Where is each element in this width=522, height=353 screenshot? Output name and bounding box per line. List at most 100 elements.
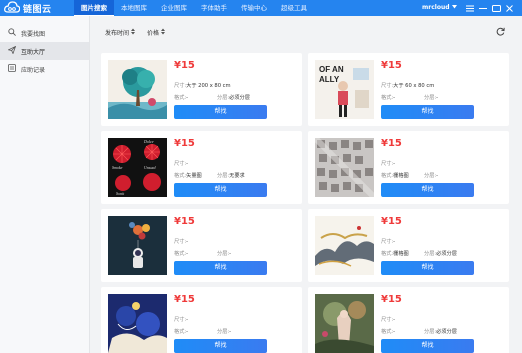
format-value: -: [186, 329, 188, 335]
request-card: ¥15 尺寸:- 格式:栅格图 分层:- 帮找: [308, 131, 509, 204]
thumbnail-poster[interactable]: OF AN ALLY: [315, 60, 374, 119]
nav-tab-local-gallery[interactable]: 本地图库: [114, 0, 154, 16]
size-value: 大于 200 x 80 cm: [186, 83, 231, 89]
card-size-row: 尺寸:-: [381, 316, 395, 323]
username: mrcloud: [422, 4, 450, 11]
layer-value: -: [229, 329, 231, 335]
sort-price-label: 价格: [147, 30, 160, 37]
thumbnail-tree[interactable]: [108, 60, 167, 119]
send-icon: [7, 45, 17, 56]
layer-label: 分层:: [217, 173, 230, 179]
main-content: 发布时间 价格 ¥15 尺寸:大于 200 x 80 cm 格式:- 分层:必须分…: [91, 16, 522, 353]
card-size-row: 尺寸:-: [381, 160, 395, 167]
thumbnail-astronaut[interactable]: [108, 216, 167, 275]
minimize-icon[interactable]: [479, 5, 487, 12]
refresh-icon[interactable]: [496, 27, 505, 38]
size-value: -: [393, 239, 395, 245]
format-label: 格式:: [174, 95, 187, 101]
help-find-button[interactable]: 帮找: [381, 261, 474, 275]
card-price: ¥15: [381, 216, 402, 227]
card-size-row: 尺寸:-: [174, 160, 188, 167]
format-label: 格式:: [381, 251, 394, 257]
svg-text:OF AN: OF AN: [319, 65, 344, 74]
help-find-button[interactable]: 帮找: [174, 339, 267, 353]
sidebar-item-find-image[interactable]: 我要找图: [0, 24, 89, 42]
help-find-button[interactable]: 帮找: [174, 183, 267, 197]
card-format-row: 格式:- 分层:-: [381, 94, 438, 101]
request-card: OF AN ALLY ¥15 尺寸:大于 60 x 80 cm 格式:- 分层:- …: [308, 53, 509, 126]
format-label: 格式:: [381, 329, 394, 335]
window-controls: [466, 0, 513, 16]
sidebar-item-help-records[interactable]: 应助记录: [0, 60, 89, 78]
help-find-button[interactable]: 帮找: [174, 261, 267, 275]
sidebar-item-label: 我要找图: [21, 30, 46, 38]
sort-by-price[interactable]: 价格: [147, 28, 166, 37]
thumbnail-ink[interactable]: [315, 216, 374, 275]
close-icon[interactable]: [506, 4, 513, 12]
layer-value: -: [436, 173, 438, 179]
card-price: ¥15: [174, 294, 195, 305]
layer-value: 必须分层: [436, 251, 457, 257]
layer-value: 必须分层: [436, 329, 457, 335]
layer-label: 分层:: [217, 329, 230, 335]
layer-label: 分层:: [424, 173, 437, 179]
nav-tab-image-search[interactable]: 图片搜索: [74, 0, 114, 16]
size-label: 尺寸:: [381, 161, 394, 167]
format-value: -: [186, 95, 188, 101]
maximize-icon[interactable]: [492, 4, 501, 12]
help-find-button[interactable]: 帮找: [174, 105, 267, 119]
format-label: 格式:: [174, 251, 187, 257]
request-card: Dolce Smoke Unsual Sonit ¥15 尺寸:- 格式:矢量图 分层:…: [101, 131, 302, 204]
size-value: -: [186, 317, 188, 323]
svg-text:Dolce: Dolce: [143, 139, 154, 144]
size-value: 大于 60 x 80 cm: [393, 83, 435, 89]
sidebar-item-help-hall[interactable]: 互助大厅: [0, 42, 89, 60]
help-find-button[interactable]: 帮找: [381, 105, 474, 119]
thumbnail-flowers[interactable]: Dolce Smoke Unsual Sonit: [108, 138, 167, 197]
thumbnail-blue[interactable]: [108, 294, 167, 353]
cloud-logo-icon: [4, 1, 21, 15]
svg-text:Sonit: Sonit: [116, 191, 125, 196]
nav-tab-font-assistant[interactable]: 字体助手: [194, 0, 234, 16]
sort-by-time[interactable]: 发布时间: [105, 28, 136, 37]
sort-icon: [161, 28, 166, 37]
help-find-button[interactable]: 帮找: [381, 183, 474, 197]
format-value: 栅格图: [393, 251, 409, 257]
sidebar-item-label: 应助记录: [21, 66, 46, 74]
request-card: ¥15 尺寸:大于 200 x 80 cm 格式:- 分层:必须分层 帮找: [101, 53, 302, 126]
size-label: 尺寸:: [174, 161, 187, 167]
app-logo: 链图云: [4, 1, 52, 15]
size-label: 尺寸:: [174, 317, 187, 323]
size-label: 尺寸:: [174, 83, 187, 89]
format-value: 矢量图: [186, 173, 202, 179]
nav-tab-enterprise-gallery[interactable]: 企业图库: [154, 0, 194, 16]
nav-tab-transfer-center[interactable]: 传输中心: [234, 0, 274, 16]
request-card: ¥15 尺寸:- 格式:栅格图 分层:必须分层 帮找: [308, 209, 509, 282]
nav-tab-super-tools[interactable]: 超级工具: [274, 0, 314, 16]
filter-bar: 发布时间 价格: [105, 28, 166, 37]
main-nav: 图片搜索 本地图库 企业图库 字体助手 传输中心 超级工具: [74, 0, 314, 16]
card-format-row: 格式:- 分层:-: [174, 328, 231, 335]
menu-icon[interactable]: [466, 5, 474, 12]
card-size-row: 尺寸:-: [174, 238, 188, 245]
card-price: ¥15: [381, 60, 402, 71]
help-find-button[interactable]: 帮找: [381, 339, 474, 353]
svg-text:ALLY: ALLY: [319, 75, 340, 84]
thumbnail-fantasy[interactable]: [315, 294, 374, 353]
card-size-row: 尺寸:-: [381, 238, 395, 245]
format-label: 格式:: [174, 173, 187, 179]
card-size-row: 尺寸:大于 60 x 80 cm: [381, 82, 434, 89]
format-value: 栅格图: [393, 173, 409, 179]
user-menu[interactable]: mrcloud: [422, 0, 457, 16]
layer-label: 分层:: [217, 251, 230, 257]
layer-label: 分层:: [217, 95, 230, 101]
size-value: -: [393, 161, 395, 167]
title-bar: 链图云 图片搜索 本地图库 企业图库 字体助手 传输中心 超级工具 mrclou…: [0, 0, 522, 16]
layer-value: 必须分层: [229, 95, 250, 101]
layer-label: 分层:: [424, 329, 437, 335]
size-label: 尺寸:: [381, 83, 394, 89]
caret-down-icon: [451, 0, 457, 16]
layer-value: 无要求: [229, 173, 245, 179]
format-label: 格式:: [381, 173, 394, 179]
thumbnail-pattern[interactable]: [315, 138, 374, 197]
